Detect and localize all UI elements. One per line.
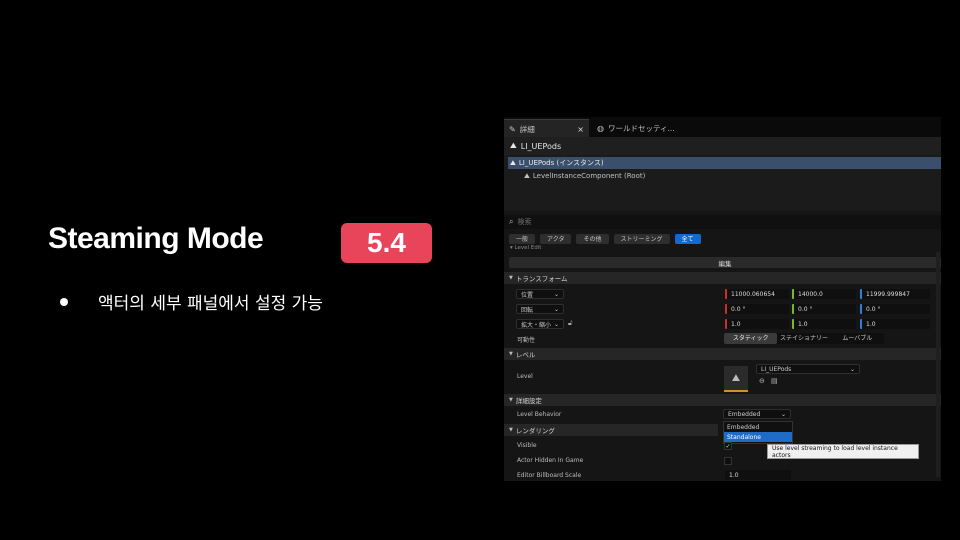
location-mode-dropdown[interactable]: 位置 ⌄ [516,289,564,299]
mobility-static[interactable]: スタティック [724,333,778,344]
tooltip: Use level streaming to load level instan… [767,444,919,459]
rotation-z-field[interactable]: 0.0 ° [860,304,930,314]
section-rendering[interactable]: ▼ レンダリング [504,424,718,436]
component-tree: ⛰ LI_UEPods (インスタンス) ⛰ LevelInstanceComp… [504,155,941,211]
chevron-down-icon: ⌄ [553,320,559,328]
component-icon: ⛰ [524,171,530,180]
level-behavior-value: Embedded [728,410,761,418]
pencil-icon: ✎ [509,124,516,134]
tree-row-component-label: LevelInstanceComponent (Root) [532,172,646,180]
details-panel-screenshot: ✎ 詳細 × ◍ ワールドセッティ... ⛰ LI_UEPods ⛰ LI_UE… [504,117,941,481]
mobility-stationary[interactable]: ステイショナリー [777,333,830,344]
scale-label: 拡大・縮小 [521,321,552,329]
location-z-field[interactable]: 11999.999847 [860,289,930,299]
filter-all[interactable]: 全て [674,233,701,244]
chevron-down-icon: ⌄ [849,365,855,373]
section-level-edit[interactable]: ▾ Level Edit [504,245,941,252]
billboard-scale-field[interactable]: 1.0 [725,470,791,480]
tree-row-actor-label: LI_UEPods (インスタンス) [518,159,604,167]
mobility-selector: スタティック ステイショナリー ムーバブル [724,333,884,344]
search-icon: ⌕ [509,217,514,226]
actor-hidden-label: Actor Hidden In Game [517,457,584,464]
scale-y-field[interactable]: 1.0 [792,319,856,329]
chevron-down-icon: ▼ [509,351,513,357]
scale-mode-dropdown[interactable]: 拡大・縮小 ⌄ [516,319,564,329]
mobility-movable[interactable]: ムーバブル [831,333,884,344]
tab-details-label: 詳細 [519,124,535,134]
bullet-dot-icon [60,297,68,306]
location-label: 位置 [521,291,534,299]
rotation-label: 回転 [521,306,534,314]
tab-world-settings-label: ワールドセッティ... [607,123,675,133]
chevron-down-icon: ▼ [509,427,513,433]
scrollbar[interactable] [936,252,940,477]
actor-header: ⛰ LI_UEPods [504,137,941,155]
level-behavior-label: Level Behavior [517,411,562,418]
section-rendering-label: レンダリング [515,427,555,435]
browse-icon[interactable]: ⊖ [759,377,765,385]
billboard-scale-label: Editor Billboard Scale [517,472,582,479]
chevron-down-icon: ⌄ [780,410,786,418]
rotation-y-field[interactable]: 0.0 ° [792,304,856,314]
visible-label: Visible [517,442,537,449]
section-advanced-label: 詳細設定 [515,397,542,405]
tab-bar: ✎ 詳細 × ◍ ワールドセッティ... [504,117,941,138]
filter-streaming[interactable]: ストリーミング [613,233,670,244]
level-instance-icon: ⛰ [510,141,517,150]
search-placeholder: 検索 [517,218,532,226]
level-behavior-dropdown[interactable]: Embedded ⌄ [723,409,791,419]
tree-row-actor[interactable]: ⛰ LI_UEPods (インスタンス) [508,157,941,169]
version-badge: 5.4 [341,223,432,263]
chevron-down-icon: ▼ [509,397,513,403]
location-x-field[interactable]: 11000.060654 [725,289,789,299]
chevron-down-icon: ▼ [509,275,513,281]
filter-bar: 一般 アクタ その他 ストリーミング 全て [504,232,941,245]
globe-icon: ◍ [597,123,604,133]
edit-button[interactable]: 編集 [509,257,941,268]
visible-checkbox[interactable]: ✓ [724,442,732,450]
section-transform-label: トランスフォーム [515,275,568,283]
actor-name: LI_UEPods [520,141,562,151]
bullet-item: 액터의 세부 패널에서 설정 가능 [60,289,323,314]
rotation-mode-dropdown[interactable]: 回転 ⌄ [516,304,564,314]
level-asset-value: LI_UEPods [761,365,792,373]
lock-icon[interactable]: 🔓︎ [568,319,573,328]
mobility-label: 可動性 [517,337,536,344]
filter-misc[interactable]: その他 [576,233,609,244]
chevron-down-icon: ⌄ [553,305,559,313]
filter-general[interactable]: 一般 [509,233,536,244]
tab-world-settings[interactable]: ◍ ワールドセッティ... [592,119,692,137]
scale-z-field[interactable]: 1.0 [860,319,930,329]
chevron-down-icon: ⌄ [553,290,559,298]
tab-details[interactable]: ✎ 詳細 × [504,119,589,138]
tree-row-component[interactable]: ⛰ LevelInstanceComponent (Root) [522,170,645,182]
actor-hidden-checkbox[interactable] [724,457,732,465]
filter-actor[interactable]: アクタ [540,233,572,244]
section-level-edit-label: Level Edit [514,245,542,251]
folder-icon[interactable]: ▤ [771,377,778,385]
location-y-field[interactable]: 14000.0 [792,289,856,299]
section-advanced[interactable]: ▼ 詳細設定 [504,394,941,406]
section-level[interactable]: ▼ レベル [504,348,941,360]
level-thumbnail-icon: ⛰ [724,366,748,392]
menu-item-standalone[interactable]: Standalone [724,432,792,442]
menu-item-embedded[interactable]: Embedded [724,422,792,432]
level-behavior-menu: Embedded Standalone [723,421,793,444]
search-field[interactable]: ⌕ 検索 [504,215,941,229]
close-icon[interactable]: × [577,125,584,134]
rotation-x-field[interactable]: 0.0 ° [725,304,789,314]
level-instance-icon: ⛰ [510,158,516,167]
level-label: Level [517,373,533,380]
scale-x-field[interactable]: 1.0 [725,319,789,329]
section-level-label: レベル [515,351,536,359]
level-asset-dropdown[interactable]: LI_UEPods ⌄ [756,364,860,374]
bullet-text: 액터의 세부 패널에서 설정 가능 [98,294,323,314]
slide-title: Steaming Mode [48,222,264,255]
section-transform[interactable]: ▼ トランスフォーム [504,272,941,284]
